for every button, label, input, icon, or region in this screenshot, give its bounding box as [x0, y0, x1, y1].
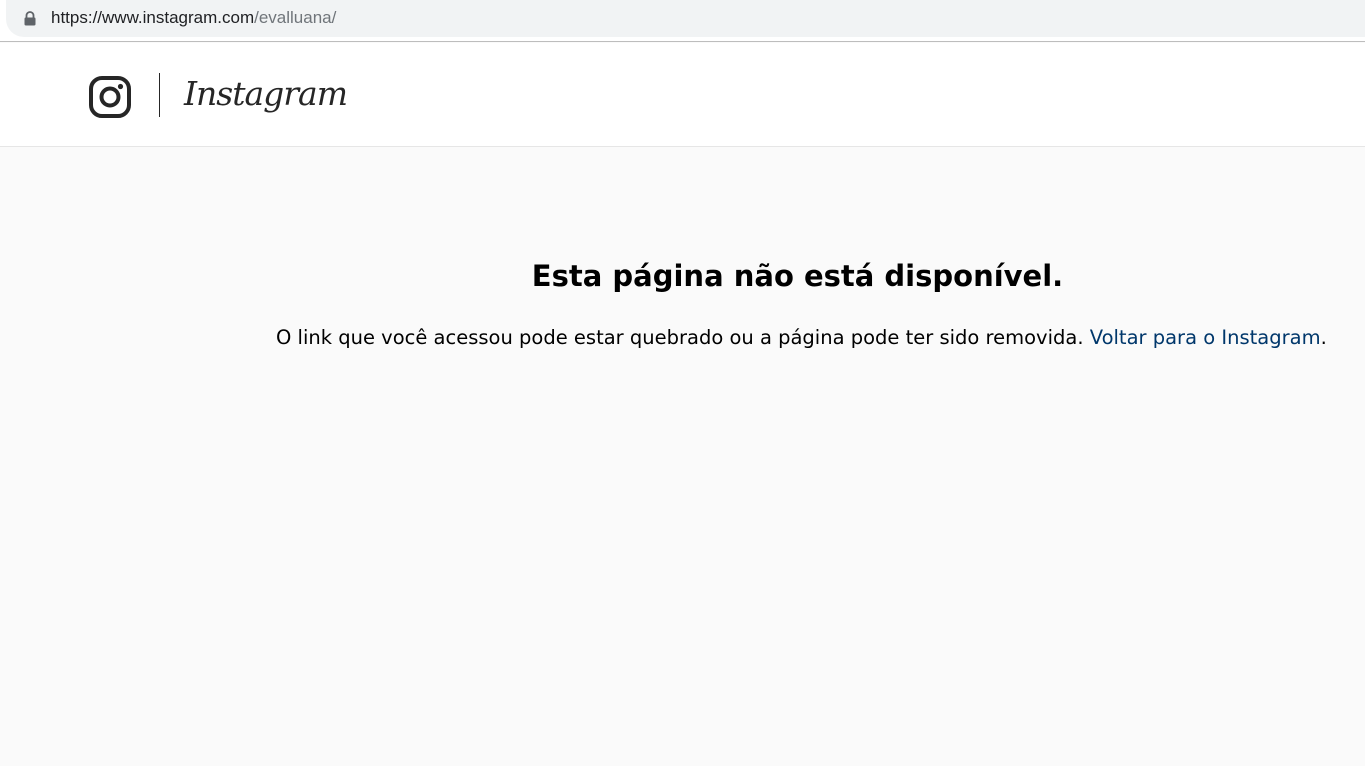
address-bar[interactable]: https://www.instagram.com/evalluana/	[6, 0, 1365, 37]
browser-toolbar: https://www.instagram.com/evalluana/	[0, 0, 1365, 42]
main-content: Esta página não está disponível. O link …	[0, 148, 1365, 766]
error-message-trailing: .	[1320, 326, 1327, 349]
instagram-glyph-icon[interactable]	[88, 75, 132, 119]
error-message-text: O link que você acessou pode estar quebr…	[276, 326, 1084, 349]
url-host: https://www.instagram.com	[51, 8, 255, 27]
url-text[interactable]: https://www.instagram.com/evalluana/	[51, 8, 336, 28]
instagram-wordmark[interactable]: Instagram	[184, 71, 348, 117]
back-to-instagram-link[interactable]: Voltar para o Instagram	[1090, 326, 1321, 349]
lock-icon[interactable]	[23, 11, 37, 26]
logo-divider	[159, 73, 160, 117]
site-header: Instagram	[0, 43, 1365, 147]
error-message: O link que você acessou pode estar quebr…	[276, 325, 1327, 351]
error-title: Esta página não está disponível.	[531, 259, 1064, 293]
url-path: /evalluana/	[254, 8, 337, 27]
